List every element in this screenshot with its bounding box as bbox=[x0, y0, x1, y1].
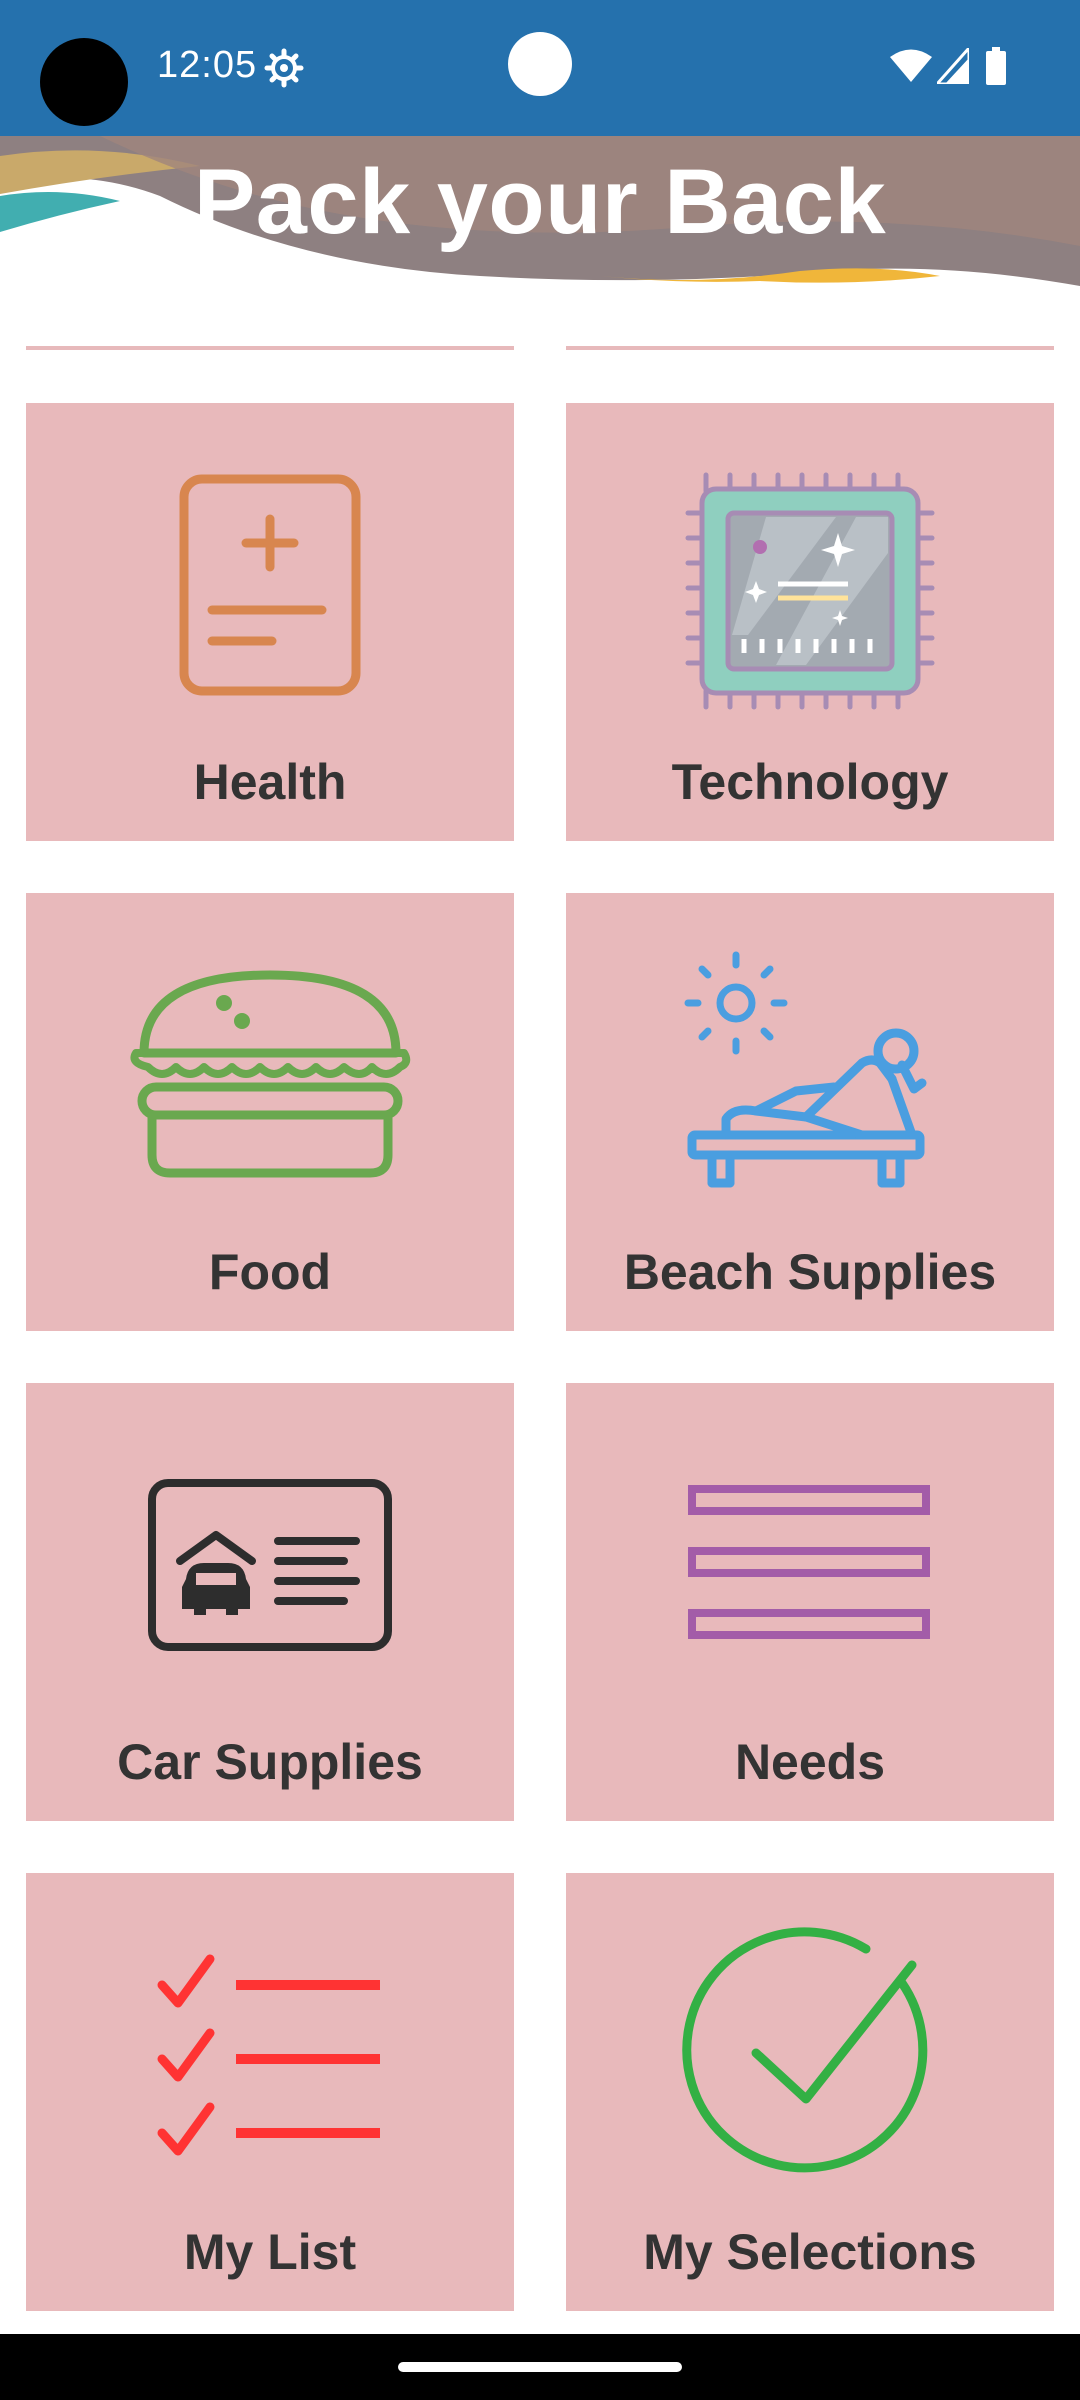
status-bar: 12:05 bbox=[0, 0, 1080, 136]
category-tile-my-selections[interactable]: My Selections bbox=[566, 1873, 1054, 2311]
navigation-bar bbox=[0, 2334, 1080, 2400]
category-tile-my-list[interactable]: My List bbox=[26, 1873, 514, 2311]
burger-icon bbox=[130, 970, 411, 1178]
category-label-food: Food bbox=[208, 1244, 332, 1300]
microchip-icon bbox=[685, 472, 935, 710]
cellular-signal-icon bbox=[937, 48, 969, 84]
health-document-icon bbox=[179, 474, 361, 696]
category-label-needs: Needs bbox=[734, 1734, 886, 1790]
category-label-car-supplies: Car Supplies bbox=[117, 1734, 423, 1790]
sunbathing-icon bbox=[684, 951, 927, 1188]
category-tile-food[interactable]: Food bbox=[26, 893, 514, 1331]
list-bars-icon bbox=[688, 1485, 930, 1639]
category-label-my-list: My List bbox=[183, 2224, 357, 2280]
settings-gear-icon bbox=[264, 48, 304, 88]
checklist-icon bbox=[157, 1954, 380, 2156]
car-card-icon bbox=[148, 1479, 392, 1651]
divider-left bbox=[26, 346, 514, 350]
front-sensor-dot bbox=[508, 32, 572, 96]
category-label-technology: Technology bbox=[671, 754, 949, 810]
category-label-my-selections: My Selections bbox=[643, 2224, 977, 2280]
category-tile-technology[interactable]: Technology bbox=[566, 403, 1054, 841]
category-tile-health[interactable]: Health bbox=[26, 403, 514, 841]
divider-right bbox=[566, 346, 1054, 350]
category-tile-needs[interactable]: Needs bbox=[566, 1383, 1054, 1821]
wifi-icon bbox=[890, 49, 932, 82]
status-time: 12:05 bbox=[157, 44, 258, 86]
check-circle-icon bbox=[682, 1927, 928, 2173]
battery-icon bbox=[986, 47, 1006, 85]
category-label-health: Health bbox=[193, 754, 347, 810]
app-title: Pack your Back bbox=[193, 151, 887, 253]
camera-cutout bbox=[40, 38, 128, 126]
home-gesture-handle[interactable] bbox=[398, 2362, 682, 2372]
category-tile-beach-supplies[interactable]: Beach Supplies bbox=[566, 893, 1054, 1331]
category-label-beach-supplies: Beach Supplies bbox=[623, 1244, 997, 1300]
category-tile-car-supplies[interactable]: Car Supplies bbox=[26, 1383, 514, 1821]
